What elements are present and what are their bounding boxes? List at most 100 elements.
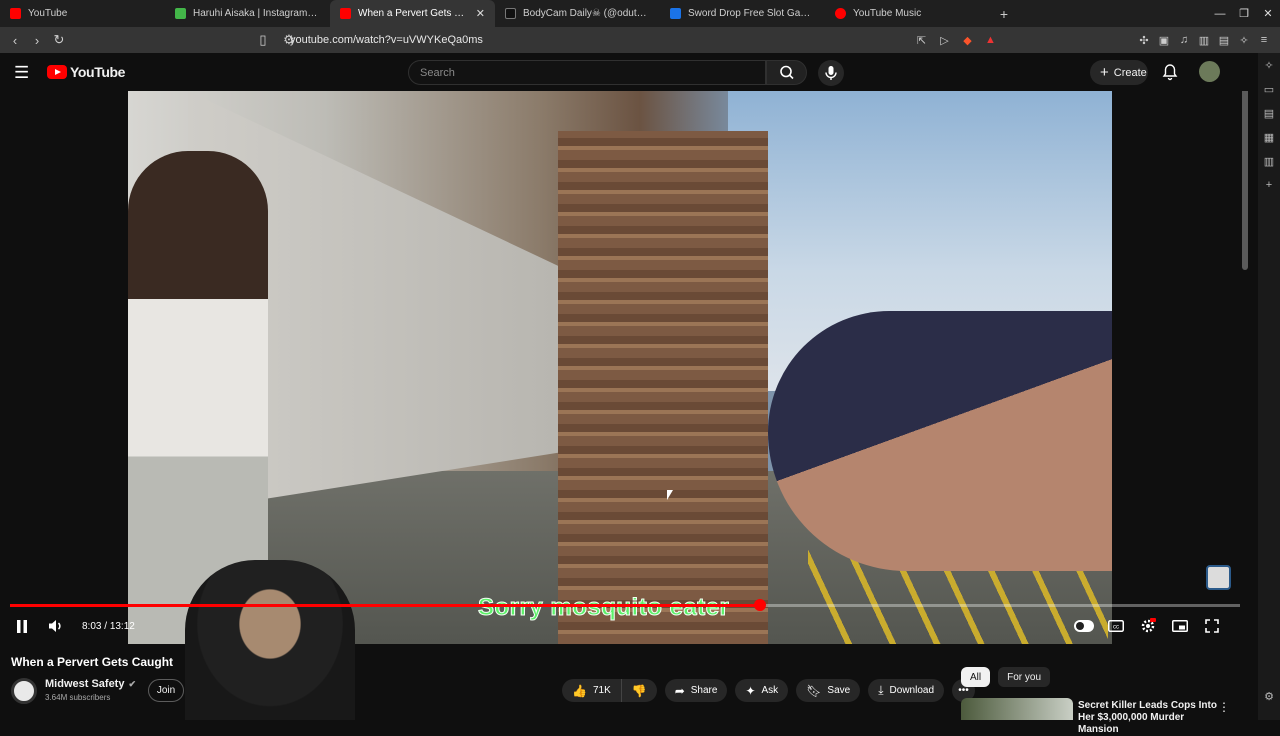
settings-gear-icon [1141, 618, 1156, 633]
video-caption: Sorry mosquito eater [477, 594, 730, 622]
autoplay-toggle[interactable] [1074, 617, 1094, 635]
account-avatar[interactable] [1199, 61, 1220, 82]
page-scrollbar[interactable] [1242, 60, 1248, 270]
tab-title: Haruhi Aisaka | Instagram | Lin [193, 8, 320, 19]
screenshot-icon[interactable]: ▣ [1154, 34, 1174, 47]
browser-tab[interactable]: YouTube [0, 0, 165, 27]
tab-title: When a Pervert Gets Caught [358, 8, 470, 19]
maximize-icon[interactable]: ❐ [1232, 7, 1256, 20]
notifications-bell-icon[interactable] [1162, 63, 1178, 81]
extensions-icon[interactable]: ✣ [1134, 34, 1154, 47]
miniplayer-icon [1172, 620, 1188, 632]
search-input[interactable]: Search [408, 60, 766, 85]
history-icon[interactable]: ▦ [1264, 131, 1274, 155]
video-title: When a Pervert Gets Caught [11, 655, 174, 669]
recommendation-thumbnail[interactable] [961, 698, 1073, 720]
channel-avatar[interactable] [11, 678, 37, 704]
address-bar[interactable]: ▯ ⚙ youtube.com/watch?v=uVWYKeQa0ms ⇱ ▷ … [252, 29, 1002, 51]
recommendation-title[interactable]: Secret Killer Leads Cops Into Her $3,000… [1078, 700, 1218, 736]
bookmark-icon[interactable]: ▯ [252, 32, 274, 48]
close-window-icon[interactable]: ✕ [1256, 7, 1280, 20]
volume-icon [49, 620, 61, 632]
share-button[interactable]: ➦ Share [664, 679, 728, 702]
close-tab-icon[interactable]: ✕ [476, 7, 485, 20]
ask-label: Ask [761, 685, 779, 696]
download-icon: ⤓ [878, 683, 884, 697]
tab-favicon-icon [175, 8, 186, 19]
site-info-icon[interactable]: ⚙ [278, 32, 300, 48]
leo-icon[interactable]: ✧ [1234, 34, 1254, 47]
minimize-icon[interactable]: — [1208, 8, 1232, 20]
pause-button[interactable] [12, 617, 32, 635]
settings-gear-icon[interactable]: ⚙ [1264, 690, 1274, 714]
youtube-header: ☰ YouTube Search + Create [0, 53, 1258, 91]
fullscreen-button[interactable] [1202, 617, 1222, 635]
thumbs-down-icon: 👎 [631, 683, 647, 698]
search-icon [780, 65, 794, 80]
join-button[interactable]: Join [148, 679, 184, 702]
media-icon[interactable]: ♫ [1174, 34, 1194, 46]
duration: 13:12 [109, 620, 135, 632]
like-button[interactable]: 👍 71K [562, 679, 622, 702]
create-button[interactable]: + Create [1090, 60, 1148, 85]
tab-favicon-icon [10, 8, 21, 19]
subtitles-button[interactable]: cc [1106, 617, 1126, 635]
forward-icon[interactable]: › [26, 33, 48, 48]
svg-text:cc: cc [1113, 625, 1119, 631]
menu-icon[interactable]: ≡ [1254, 34, 1274, 46]
ask-button[interactable]: ✦ Ask [735, 679, 789, 702]
sparkle-icon: ✦ [745, 683, 756, 698]
window-controls: — ❐ ✕ [1208, 0, 1280, 27]
browser-toolbar: ‹ › ↻ ▯ ⚙ youtube.com/watch?v=uVWYKeQa0m… [0, 27, 1280, 53]
leo-ai-icon[interactable]: ✧ [1264, 59, 1273, 83]
add-panel-icon[interactable]: + [1266, 179, 1272, 203]
tab-title: Sword Drop Free Slot Game by [688, 8, 815, 19]
pause-icon [17, 619, 27, 633]
channel-name[interactable]: Midwest Safety [45, 678, 124, 690]
tab-title: BodyCam Daily☠ (@odutqgp71 [523, 8, 650, 19]
search-button[interactable] [766, 60, 807, 85]
volume-button[interactable] [46, 617, 66, 635]
guide-menu-icon[interactable]: ☰ [14, 63, 29, 83]
miniplayer-button[interactable] [1170, 617, 1190, 635]
browser-tab[interactable]: YouTube Music [825, 0, 990, 27]
tab-favicon-icon [835, 8, 846, 19]
video-stone-pillar [558, 131, 768, 644]
player-controls-right: cc [1074, 616, 1234, 636]
download-button[interactable]: ⤓ Download [868, 679, 945, 702]
reload-icon[interactable]: ↻ [48, 32, 70, 48]
open-in-app-icon[interactable]: ⇱ [910, 34, 933, 47]
dislike-button[interactable]: 👎 [621, 679, 657, 702]
reading-list-icon[interactable]: ▭ [1264, 83, 1274, 107]
wallet-icon[interactable]: ▤ [1214, 34, 1234, 47]
save-button[interactable]: 🔖︎ Save [796, 679, 861, 702]
cast-icon[interactable]: ▷ [933, 34, 956, 47]
youtube-logo[interactable]: YouTube [47, 64, 125, 80]
settings-button[interactable] [1138, 617, 1158, 635]
more-vertical-icon[interactable]: ⋮ [1218, 700, 1230, 714]
browser-tab[interactable]: BodyCam Daily☠ (@odutqgp71 [495, 0, 660, 27]
chip-all[interactable]: All [961, 667, 991, 687]
like-count: 71K [592, 685, 611, 696]
voice-search-button[interactable] [818, 60, 844, 86]
playlist-icon[interactable]: ▥ [1264, 155, 1274, 179]
back-icon[interactable]: ‹ [4, 33, 26, 48]
tab-title: YouTube Music [853, 8, 922, 19]
browser-tab-active[interactable]: When a Pervert Gets Caught ✕ [330, 0, 495, 27]
rewards-icon[interactable]: ▲ [979, 34, 1002, 46]
new-tab-icon[interactable]: + [994, 6, 1014, 22]
brave-shield-icon[interactable]: ◆ [956, 34, 979, 47]
player-controls-left: 8:03 / 13:12 [12, 616, 135, 636]
channel-watermark-icon[interactable] [1206, 565, 1231, 590]
tab-title: YouTube [28, 8, 68, 19]
sidebar-toggle-icon[interactable]: ▥ [1194, 34, 1214, 47]
chip-for-you[interactable]: For you [998, 667, 1051, 687]
tab-favicon-icon [340, 8, 351, 19]
save-label: Save [827, 685, 851, 696]
browser-tab[interactable]: Sword Drop Free Slot Game by [660, 0, 825, 27]
bookmarks-icon[interactable]: ▤ [1264, 107, 1274, 131]
browser-tab[interactable]: Haruhi Aisaka | Instagram | Lin [165, 0, 330, 27]
channel-name-row[interactable]: Midwest Safety ✔ [45, 678, 136, 690]
share-arrow-icon: ➦ [674, 683, 685, 698]
plus-icon: + [1100, 64, 1109, 81]
